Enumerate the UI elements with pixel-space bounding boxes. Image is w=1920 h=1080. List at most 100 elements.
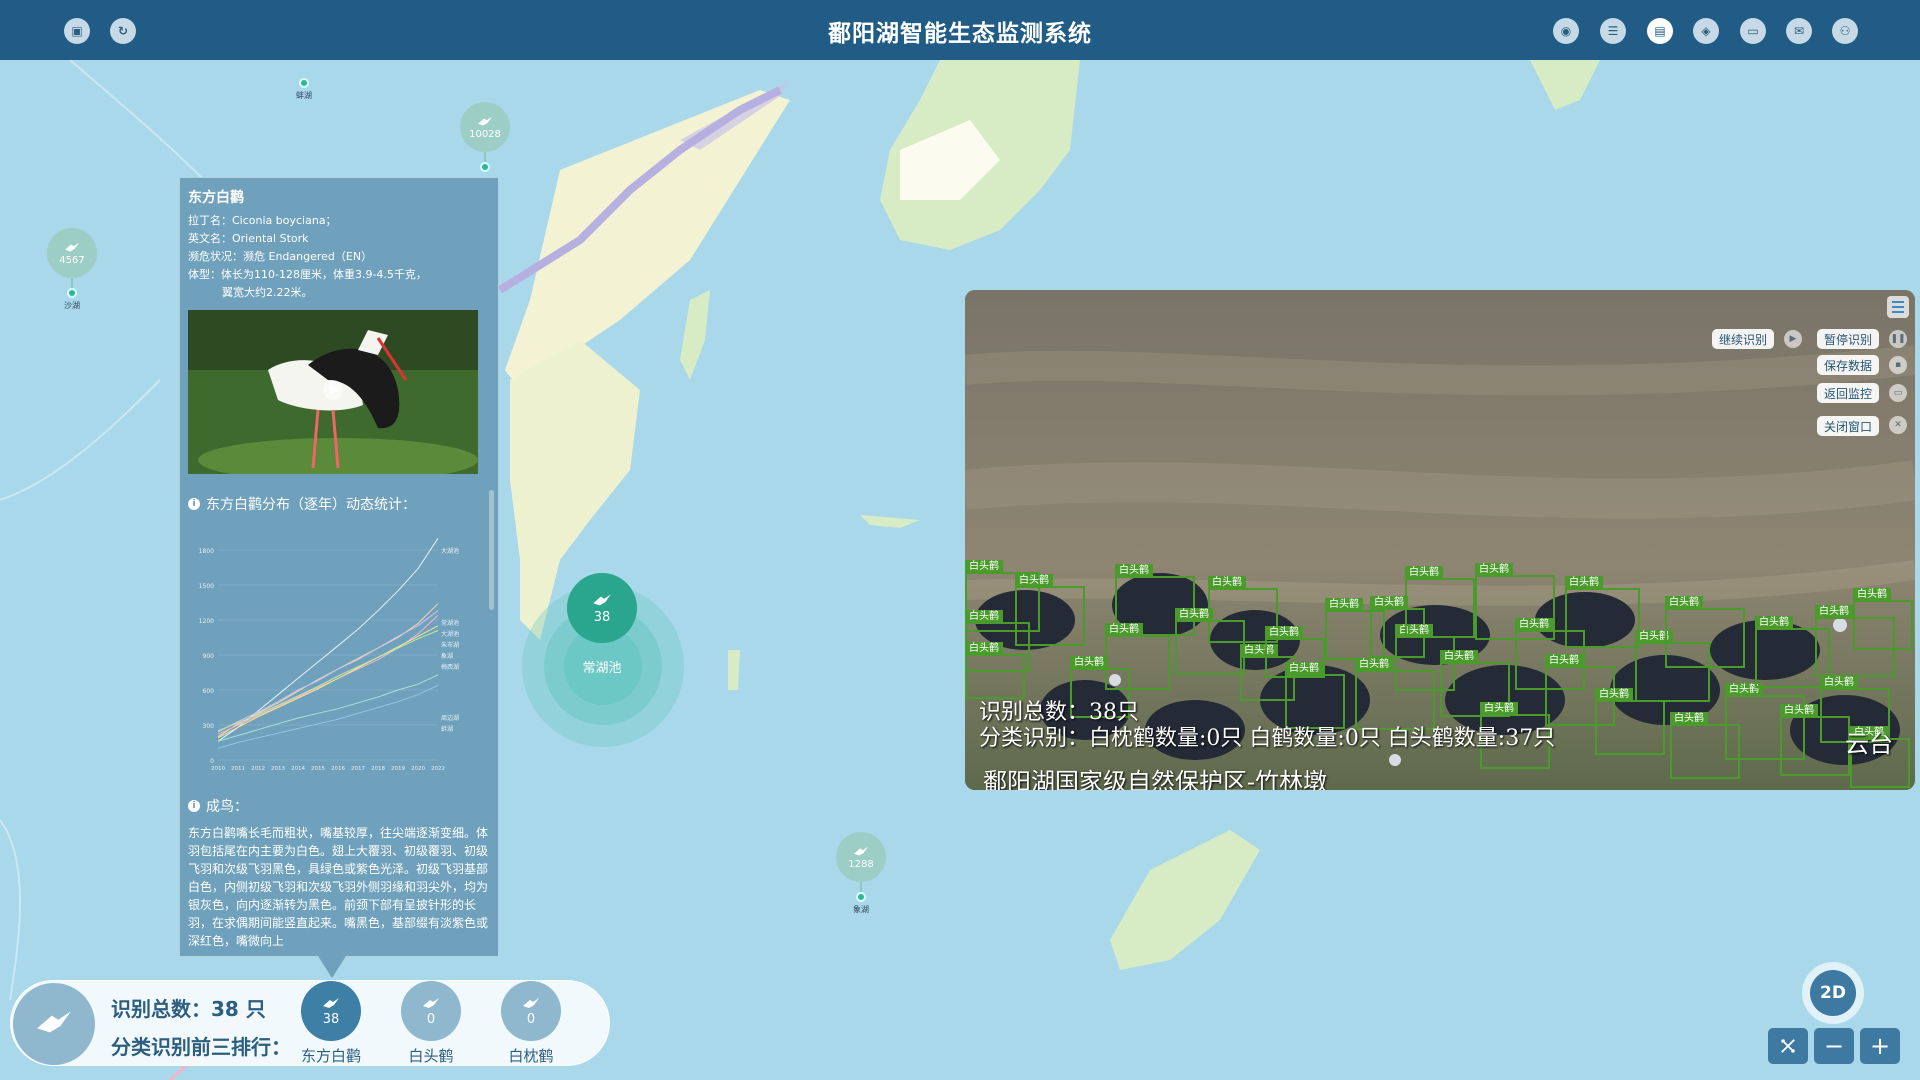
detection-label: 白头鹤 [1665, 596, 1703, 610]
location-icon[interactable]: ◉ [1553, 18, 1579, 44]
close-window-button[interactable]: 关闭窗口 [1817, 416, 1880, 436]
series-label: 大湖池 [441, 630, 459, 638]
series-label: 梅西湖 [441, 663, 459, 671]
map-marker[interactable]: 10028 [460, 102, 510, 172]
detection-label: 白头鹤 [965, 610, 1003, 624]
x-tick-label: 2012 [251, 766, 265, 772]
detection-label: 白头鹤 [1515, 618, 1553, 632]
rank-count: 0 [426, 1011, 436, 1027]
detection-label: 白头鹤 [1440, 650, 1478, 664]
layers-icon[interactable]: ◈ [1693, 18, 1719, 44]
monitor-icon[interactable]: ▤ [1647, 18, 1673, 44]
recognition-video-window[interactable]: 白头鹤 白头鹤 白头鹤 白头鹤 白头鹤 白头鹤 白头鹤 白头鹤 白头鹤 白头鹤 … [965, 290, 1915, 790]
pause-icon[interactable]: ❚❚ [1889, 330, 1907, 348]
pause-recognition-button[interactable]: 暂停识别 [1817, 329, 1880, 349]
adult-description: 东方白鹳嘴长毛而粗状，嘴基较厚，往尖端逐渐变细。体羽包括尾在内主要为白色。翅上大… [188, 826, 489, 948]
detection-label: 白头鹤 [1105, 623, 1143, 637]
recognition-stats-bar: 识别总数：38 只 分类识别前三排行： 38 东方白鹳 0 白头鹤 0 白枕鹤 [10, 980, 610, 1066]
zoom-out-button[interactable]: − [1814, 1028, 1854, 1064]
latin-name: 拉丁名：Ciconia boyciana； [188, 214, 337, 227]
detection-label: 白头鹤 [1565, 576, 1603, 590]
detection-box: 白头鹤 [1665, 596, 1745, 668]
measure-tool-icon[interactable] [1768, 1028, 1808, 1064]
marker-bubble[interactable]: 4567 [47, 228, 97, 278]
bird-icon [65, 242, 79, 251]
detection-label: 白头鹤 [1370, 596, 1408, 610]
document-icon[interactable]: ▣ [64, 18, 90, 44]
marker-count: 4567 [59, 254, 85, 266]
marker-dot [856, 892, 866, 902]
adult-heading-text: 成鸟： [206, 799, 248, 815]
view-mode-toggle[interactable]: 2D [1802, 962, 1864, 1024]
rank-badge[interactable]: 38 [301, 981, 361, 1041]
y-tick-label: 1500 [199, 583, 214, 590]
menu-icon[interactable] [1887, 296, 1909, 318]
rank-species: 白枕鹤 [508, 1047, 554, 1065]
species-title: 东方白鹳 [188, 190, 244, 206]
message-icon[interactable]: ✉ [1786, 18, 1812, 44]
english-name: 英文名：Oriental Stork [188, 232, 309, 245]
y-tick-label: 900 [203, 653, 215, 660]
detection-box: 白头鹤 [965, 642, 1025, 699]
list-icon[interactable]: ☰ [1600, 18, 1626, 44]
rank-badge[interactable]: 0 [501, 981, 561, 1041]
detection-label: 白头鹤 [1405, 566, 1443, 580]
detection-label: 白头鹤 [1115, 564, 1153, 578]
conservation-status: 濒危状况：濒危 Endangered（EN） [188, 250, 373, 263]
series-label: 蚌湖 [441, 725, 453, 733]
back-to-monitor-button[interactable]: 返回监控 [1817, 383, 1880, 403]
bird-icon [323, 997, 339, 1008]
x-tick-label: 2013 [271, 766, 285, 772]
highlight-count: 38 [593, 609, 611, 625]
play-icon[interactable]: ▶ [1784, 330, 1802, 348]
detection-label: 白头鹤 [1755, 616, 1793, 630]
bird-icon [854, 846, 868, 855]
series-label: 常湖池 [441, 619, 459, 627]
detection-label: 白头鹤 [1815, 605, 1853, 619]
resume-recognition-button[interactable]: 继续识别 [1712, 329, 1775, 349]
highlight-marker[interactable]: 38 [567, 573, 637, 643]
distribution-chart: 0 300 600 900 1200 1500 1800 2010 2011 2012 2013 20… [199, 538, 459, 772]
detection-label: 白头鹤 [1285, 662, 1323, 676]
map-marker[interactable]: 蚌湖 [296, 78, 312, 101]
x-tick-label: 2015 [311, 766, 325, 772]
detection-label: 白头鹤 [965, 642, 1003, 656]
detection-label: 白头鹤 [1070, 656, 1108, 670]
screen-icon[interactable]: ▭ [1740, 18, 1766, 44]
detection-label: 白头鹤 [1480, 702, 1518, 716]
panel-scrollbar[interactable] [489, 490, 494, 610]
x-tick-label: 2011 [231, 766, 245, 772]
rank-item[interactable]: 0 白头鹤 [401, 981, 461, 1066]
species-photo[interactable] [188, 310, 478, 474]
marker-name: 蚌湖 [296, 91, 312, 100]
marker-bubble[interactable]: 10028 [460, 102, 510, 152]
bird-icon [478, 116, 492, 125]
y-tick-label: 1200 [199, 618, 214, 625]
detection-label: 白头鹤 [1820, 676, 1858, 690]
top-bar: 鄱阳湖智能生态监测系统 ▣ ↻ ◉ ☰ ▤ ◈ ▭ ✉ ⚇ [0, 0, 1920, 60]
rank-item[interactable]: 38 东方白鹳 [301, 981, 361, 1066]
wingspan: 翼宽大约2.22米。 [222, 286, 313, 299]
series-label: 朱市湖 [441, 641, 459, 649]
save-data-button[interactable]: 保存数据 [1817, 355, 1880, 375]
close-icon[interactable]: ✕ [1889, 416, 1907, 434]
rank-item[interactable]: 0 白枕鹤 [501, 981, 561, 1066]
monitor-icon[interactable]: ▭ [1889, 384, 1907, 402]
rank-badge[interactable]: 0 [401, 981, 461, 1041]
user-icon[interactable]: ⚇ [1832, 18, 1858, 44]
save-icon[interactable]: ▪ [1889, 356, 1907, 374]
bird-icon [423, 997, 439, 1008]
map-marker[interactable]: 4567 沙湖 [47, 228, 97, 311]
detection-label: 白头鹤 [1545, 654, 1583, 668]
zoom-in-button[interactable]: + [1860, 1028, 1900, 1064]
y-tick-label: 1800 [199, 548, 214, 555]
overlay-brand: 云台 [1845, 730, 1893, 758]
marker-bubble[interactable]: 1288 [836, 832, 886, 882]
map-marker[interactable]: 1288 象湖 [836, 832, 886, 915]
detection-label: 白头鹤 [1325, 598, 1363, 612]
overlay-classification: 分类识别：白枕鹤数量:0只 白鹤数量:0只 白头鹤数量:37只 [979, 726, 1556, 751]
refresh-icon[interactable]: ↻ [110, 18, 136, 44]
chart-series-line [217, 674, 439, 742]
view-mode-label[interactable]: 2D [1810, 970, 1856, 1016]
stats-bird-icon [13, 983, 95, 1065]
